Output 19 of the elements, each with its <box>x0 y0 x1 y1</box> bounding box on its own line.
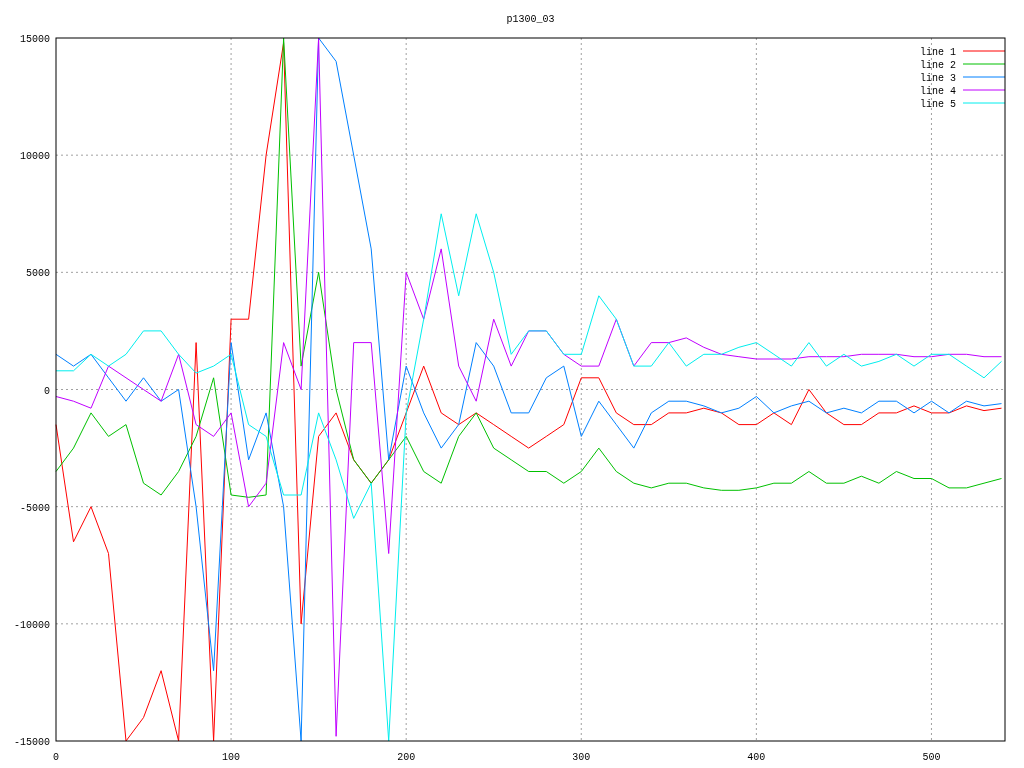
legend-label: line 5 <box>920 99 956 110</box>
legend-label: line 3 <box>920 73 956 84</box>
axis-tick-label: 5000 <box>26 268 50 280</box>
axis-tick-label: 15000 <box>20 34 50 45</box>
axis-tick-label: -5000 <box>20 502 50 514</box>
legend-label: line 2 <box>920 60 956 71</box>
axis-tick-label: 0 <box>44 385 50 397</box>
axis-tick-label: 400 <box>747 752 766 763</box>
axis-tick-label: -10000 <box>14 619 50 631</box>
axis-tick-label: 0 <box>53 752 59 763</box>
axis-tick-label: 200 <box>397 752 416 763</box>
chart-title: p1300_03 <box>506 14 555 25</box>
axis-tick-label: 100 <box>222 752 241 763</box>
axis-tick-label: 300 <box>572 752 591 763</box>
axis-tick-label: -15000 <box>14 737 50 748</box>
axis-tick-label: 10000 <box>20 151 50 163</box>
legend-label: line 4 <box>920 86 956 97</box>
legend-label: line 1 <box>920 47 956 58</box>
axis-tick-label: 500 <box>922 752 941 763</box>
